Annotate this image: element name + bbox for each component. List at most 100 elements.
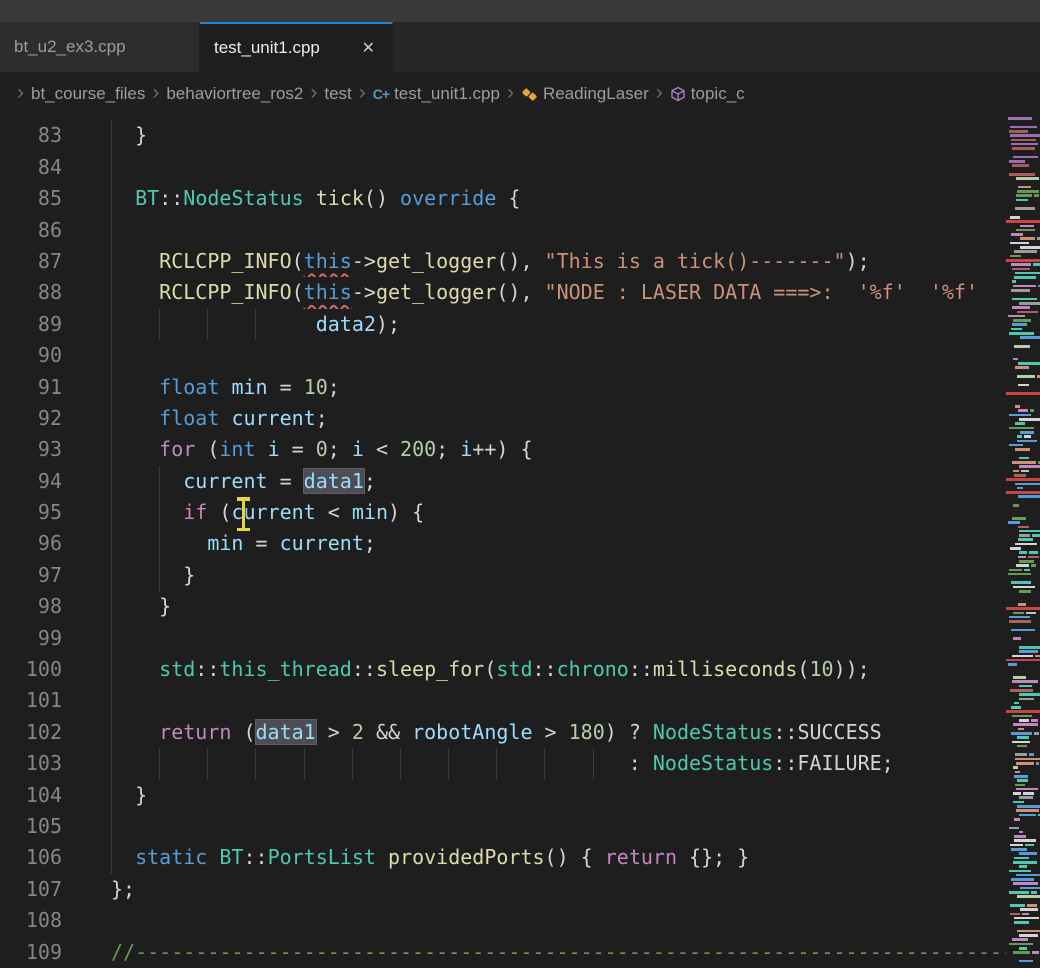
minimap-line bbox=[1027, 904, 1037, 907]
code-line[interactable]: 104 } bbox=[0, 780, 1006, 811]
code-line[interactable]: 95 if (current < min) { bbox=[0, 497, 1006, 528]
code-content: for (int i = 0; i < 200; i++) { bbox=[62, 434, 1006, 465]
breadcrumb-item-topic_c[interactable]: topic_c bbox=[670, 84, 745, 104]
minimap-line bbox=[1015, 366, 1030, 369]
breadcrumb: ›bt_course_files›behaviortree_ros2›test›… bbox=[0, 72, 1040, 115]
code-token: ++) { bbox=[472, 437, 532, 461]
minimap-line bbox=[1009, 444, 1023, 447]
line-number: 83 bbox=[0, 120, 62, 151]
minimap-line bbox=[1014, 276, 1036, 279]
code-token: BT bbox=[219, 845, 243, 869]
code-line[interactable]: 100 std::this_thread::sleep_for(std::chr… bbox=[0, 654, 1006, 685]
code-line[interactable]: 103 : NodeStatus::FAILURE; bbox=[0, 748, 1006, 779]
code-line[interactable]: 88 RCLCPP_INFO(this->get_logger(), "NODE… bbox=[0, 277, 1006, 308]
breadcrumb-item-test[interactable]: test bbox=[324, 84, 351, 104]
code-line[interactable]: 99 bbox=[0, 623, 1006, 654]
code-content: std::this_thread::sleep_for(std::chrono:… bbox=[62, 654, 1006, 685]
code-token: data2 bbox=[316, 312, 376, 336]
line-number: 108 bbox=[0, 905, 62, 936]
code-token: providedPorts bbox=[388, 845, 545, 869]
minimap[interactable] bbox=[1006, 115, 1040, 968]
minimap-line bbox=[1019, 947, 1027, 950]
code-content: RCLCPP_INFO(this->get_logger(), "NODE : … bbox=[62, 277, 1006, 308]
minimap-line bbox=[1014, 474, 1027, 477]
code-line[interactable]: 108 bbox=[0, 905, 1006, 936]
tab-bt_u2_ex3.cpp[interactable]: bt_u2_ex3.cpp bbox=[0, 22, 200, 72]
code-line[interactable]: 83 } bbox=[0, 120, 1006, 151]
breadcrumb-item-ReadingLaser[interactable]: ReadingLaser bbox=[521, 84, 649, 104]
minimap-line bbox=[1013, 801, 1023, 804]
code-line[interactable]: 91 float min = 10; bbox=[0, 372, 1006, 403]
minimap-line bbox=[1019, 934, 1038, 937]
code-line[interactable]: 86 bbox=[0, 215, 1006, 246]
tab-test_unit1.cpp[interactable]: test_unit1.cpp✕ bbox=[200, 22, 393, 72]
code-token: ); bbox=[292, 115, 316, 116]
minimap-line bbox=[1031, 891, 1037, 894]
minimap-line bbox=[1012, 147, 1035, 150]
minimap-line bbox=[1006, 710, 1040, 713]
breadcrumb-label: test_unit1.cpp bbox=[394, 84, 500, 104]
code-token: && bbox=[364, 720, 412, 744]
code-token bbox=[111, 375, 159, 399]
code-line[interactable]: 93 for (int i = 0; i < 200; i++) { bbox=[0, 434, 1006, 465]
code-line[interactable]: 101 bbox=[0, 685, 1006, 716]
chevron-right-icon: › bbox=[17, 81, 24, 105]
code-line[interactable]: 109//-----------------------------------… bbox=[0, 937, 1006, 968]
minimap-line bbox=[1017, 435, 1021, 438]
code-line[interactable]: 87 RCLCPP_INFO(this->get_logger(), "This… bbox=[0, 246, 1006, 277]
code-token: ( bbox=[231, 720, 255, 744]
breadcrumb-item-test_unit1.cpp[interactable]: C+test_unit1.cpp bbox=[373, 84, 500, 104]
minimap-line bbox=[1015, 483, 1040, 486]
code-line[interactable]: 92 float current; bbox=[0, 403, 1006, 434]
line-number: 98 bbox=[0, 591, 62, 622]
tab-bar: bt_u2_ex3.cpptest_unit1.cpp✕ bbox=[0, 22, 1040, 72]
minimap-line bbox=[1011, 581, 1031, 584]
code-line[interactable]: 85 BT::NodeStatus tick() override { bbox=[0, 183, 1006, 214]
minimap-line bbox=[1018, 384, 1029, 387]
minimap-line bbox=[1017, 736, 1030, 739]
minimap-line bbox=[1014, 345, 1031, 348]
indent-guide bbox=[111, 246, 112, 277]
code-line[interactable]: 97 } bbox=[0, 560, 1006, 591]
cube-icon bbox=[670, 86, 686, 102]
breadcrumb-item-bt_course_files[interactable]: bt_course_files bbox=[31, 84, 145, 104]
breadcrumb-item-behaviortree_ros2[interactable]: behaviortree_ros2 bbox=[166, 84, 303, 104]
line-number: 100 bbox=[0, 654, 62, 685]
code-line[interactable]: 84 bbox=[0, 152, 1006, 183]
code-editor[interactable]: 82 } );83 }8485 BT::NodeStatus tick() ov… bbox=[0, 115, 1006, 968]
vscode-window: bt_u2_ex3.cpptest_unit1.cpp✕ ›bt_course_… bbox=[0, 0, 1040, 968]
code-line[interactable]: 89 data2); bbox=[0, 309, 1006, 340]
minimap-line bbox=[1019, 590, 1031, 593]
code-line[interactable]: 98 } bbox=[0, 591, 1006, 622]
code-line[interactable]: 90 bbox=[0, 340, 1006, 371]
minimap-line bbox=[1031, 564, 1036, 567]
code-token bbox=[304, 186, 316, 210]
code-token: (), bbox=[496, 280, 544, 304]
code-line[interactable]: 106 static BT::PortsList providedPorts()… bbox=[0, 842, 1006, 873]
minimap-line bbox=[1011, 328, 1023, 331]
minimap-line bbox=[1018, 538, 1033, 541]
code-token: :: bbox=[352, 657, 376, 681]
indent-guide bbox=[111, 717, 112, 748]
minimap-line bbox=[1006, 259, 1040, 262]
code-token: data1 bbox=[304, 469, 364, 493]
minimap-line bbox=[1012, 461, 1036, 464]
line-number: 87 bbox=[0, 246, 62, 277]
minimap-line bbox=[1013, 319, 1031, 322]
code-line[interactable]: 105 bbox=[0, 811, 1006, 842]
code-token bbox=[376, 845, 388, 869]
minimap-line bbox=[1010, 689, 1033, 692]
code-line[interactable]: 107}; bbox=[0, 874, 1006, 905]
minimap-line bbox=[1019, 814, 1036, 817]
code-token: PortsList bbox=[268, 845, 376, 869]
code-token: std bbox=[496, 657, 532, 681]
close-icon[interactable]: ✕ bbox=[359, 37, 378, 59]
code-line[interactable]: 96 min = current; bbox=[0, 528, 1006, 559]
code-token: NodeStatus bbox=[183, 186, 303, 210]
minimap-line bbox=[1006, 491, 1040, 494]
code-line[interactable]: 102 return (data1 > 2 && robotAngle > 18… bbox=[0, 717, 1006, 748]
code-lines: 82 } );83 }8485 BT::NodeStatus tick() ov… bbox=[0, 115, 1006, 968]
code-line[interactable]: 94 current = data1; bbox=[0, 466, 1006, 497]
minimap-line bbox=[1019, 852, 1036, 855]
minimap-line bbox=[1017, 745, 1028, 748]
